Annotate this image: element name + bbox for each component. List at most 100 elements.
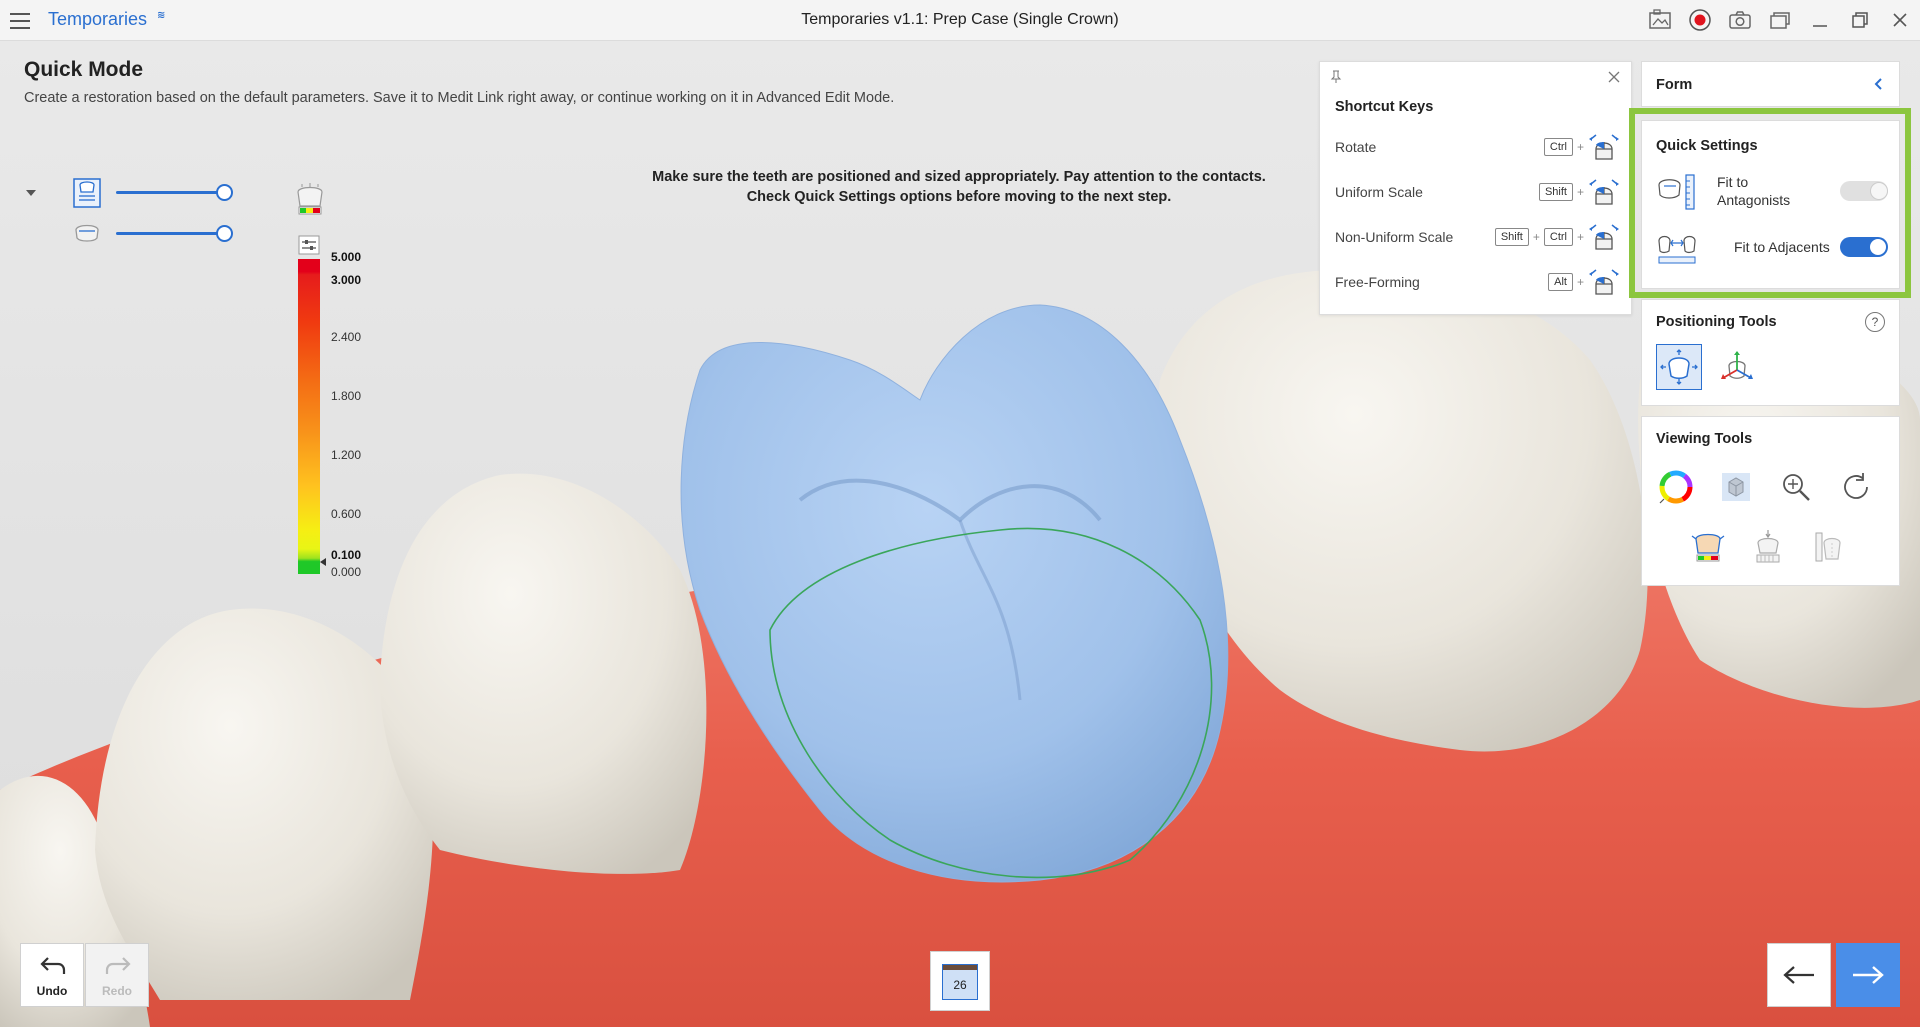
screenshot-gallery-icon[interactable] [1640, 0, 1680, 40]
window-title: Temporaries v1.1: Prep Case (Single Crow… [801, 11, 1119, 28]
title-bar: Temporaries ≋ Temporaries v1.1: Prep Cas… [0, 0, 1920, 41]
key-badge: Shift [1538, 183, 1573, 201]
legend-label: 0.100 [331, 548, 362, 562]
cross-section-button[interactable] [1808, 527, 1848, 567]
maximize-icon[interactable] [1840, 0, 1880, 40]
key-badge: Shift [1494, 228, 1529, 246]
redo-button[interactable]: Redo [85, 943, 149, 1007]
tooth-number: 26 [942, 964, 978, 1000]
transform-tool-button[interactable] [1656, 344, 1702, 390]
chevron-left-icon[interactable] [1871, 76, 1887, 92]
key-badge: Ctrl [1543, 138, 1573, 156]
fit-to-adjacents-icon [1656, 229, 1698, 267]
key-badge: Ctrl [1543, 228, 1573, 246]
camera-icon[interactable] [1720, 0, 1760, 40]
minimize-icon[interactable] [1800, 0, 1840, 40]
fit-to-adjacents-row: Fit to Adjacents [1656, 225, 1888, 269]
restoration-data-icon[interactable] [72, 177, 102, 208]
viewing-tools-panel: Viewing Tools [1641, 416, 1900, 586]
transform-tool-icon [1660, 349, 1698, 385]
opacity-slider-thumb[interactable] [216, 225, 233, 242]
opacity-slider-thumb[interactable] [216, 184, 233, 201]
window-switch-icon[interactable] [1760, 0, 1800, 40]
instruction-line-1: Make sure the teeth are positioned and s… [652, 169, 1266, 185]
color-wheel-icon [1659, 470, 1693, 504]
close-icon[interactable] [1880, 0, 1920, 40]
help-icon[interactable]: ? [1865, 312, 1885, 332]
axis-move-tool-icon [1721, 351, 1753, 379]
arrow-right-icon [1853, 966, 1884, 984]
mouse-drag-icon [1589, 269, 1619, 295]
fit-to-adjacents-label: Fit to Adjacents [1734, 239, 1830, 255]
form-title: Form [1656, 77, 1693, 93]
chevron-down-icon[interactable] [24, 186, 38, 200]
record-icon[interactable] [1680, 0, 1720, 40]
shortcut-label: Non-Uniform Scale [1335, 229, 1454, 245]
shortcut-row-non-uniform-scale: Non-Uniform Scale Shift + Ctrl + [1335, 221, 1620, 253]
distance-map-toggle-icon[interactable] [290, 182, 330, 218]
mouse-drag-icon [1589, 134, 1619, 160]
app-badge-icon: ≋ [157, 10, 166, 21]
legend-label: 2.400 [331, 330, 362, 344]
opacity-slider-restoration[interactable] [116, 191, 222, 194]
legend-label: 0.000 [331, 565, 362, 579]
shortcut-row-rotate: Rotate Ctrl + [1335, 131, 1620, 163]
object-row-scan [72, 218, 237, 248]
opacity-slider-scan[interactable] [116, 232, 222, 235]
shortcut-keys-title: Shortcut Keys [1335, 99, 1434, 115]
legend-label: 3.000 [331, 273, 362, 287]
fit-to-antagonists-icon [1656, 173, 1698, 211]
fit-to-antagonists-toggle[interactable] [1840, 181, 1888, 201]
undo-button[interactable]: Undo [20, 943, 84, 1007]
form-panel: Form [1641, 61, 1900, 107]
shortcut-keys-panel: Shortcut Keys Rotate Ctrl + Uniform Scal… [1319, 61, 1632, 315]
arrow-left-icon [1783, 966, 1814, 984]
mouse-drag-icon [1589, 224, 1619, 250]
object-row-restoration [72, 177, 237, 208]
legend-marker-icon[interactable] [320, 558, 326, 566]
shortcut-label: Rotate [1335, 139, 1377, 155]
cross-section-icon [1815, 532, 1841, 562]
viewing-tools-title: Viewing Tools [1656, 431, 1753, 447]
shortcut-row-free-forming: Free-Forming Alt + [1335, 266, 1620, 298]
color-palette-button[interactable] [1656, 467, 1696, 507]
next-step-button[interactable] [1836, 943, 1900, 1007]
view-mode-button[interactable] [1716, 467, 1756, 507]
redo-label: Redo [102, 984, 132, 998]
cube-view-icon [1722, 473, 1750, 501]
legend-settings-icon[interactable] [298, 235, 320, 255]
positioning-tools-panel: Positioning Tools ? [1641, 299, 1900, 406]
distance-map-button[interactable] [1688, 527, 1728, 567]
legend-label: 5.000 [331, 250, 362, 264]
fit-to-antagonists-label: Fit to Antagonists [1717, 173, 1790, 209]
page-description: Create a restoration based on the defaul… [24, 90, 895, 106]
pin-icon[interactable] [1330, 70, 1342, 84]
fit-to-antagonists-label-line2: Antagonists [1717, 192, 1791, 208]
shortcut-row-uniform-scale: Uniform Scale Shift + [1335, 176, 1620, 208]
redo-icon [105, 957, 131, 974]
previous-step-button[interactable] [1767, 943, 1831, 1007]
reset-view-button[interactable] [1836, 467, 1876, 507]
tooth-number-selector[interactable]: 26 [930, 951, 990, 1011]
positioning-tools-title: Positioning Tools [1656, 314, 1777, 330]
mouse-drag-icon [1589, 179, 1619, 205]
app-name: Temporaries [48, 9, 148, 29]
fit-to-antagonists-row: Fit to Antagonists [1656, 169, 1888, 213]
legend-label: 1.200 [331, 448, 362, 462]
zoom-button[interactable] [1776, 467, 1816, 507]
quick-settings-title: Quick Settings [1656, 138, 1758, 154]
shortcut-label: Free-Forming [1335, 274, 1420, 290]
undo-icon [40, 957, 66, 974]
zoom-icon [1783, 474, 1810, 501]
key-badge: Alt [1548, 273, 1573, 291]
page-title: Quick Mode [24, 58, 144, 81]
undo-label: Undo [36, 984, 68, 998]
axis-move-tool-button[interactable] [1714, 344, 1760, 390]
contact-view-button[interactable] [1748, 527, 1788, 567]
close-icon[interactable] [1607, 70, 1621, 84]
contact-view-icon [1756, 530, 1780, 563]
fit-to-adjacents-toggle[interactable] [1840, 237, 1888, 257]
scan-data-icon[interactable] [72, 218, 102, 248]
menu-icon[interactable] [8, 10, 32, 30]
legend-label: 0.600 [331, 507, 362, 521]
